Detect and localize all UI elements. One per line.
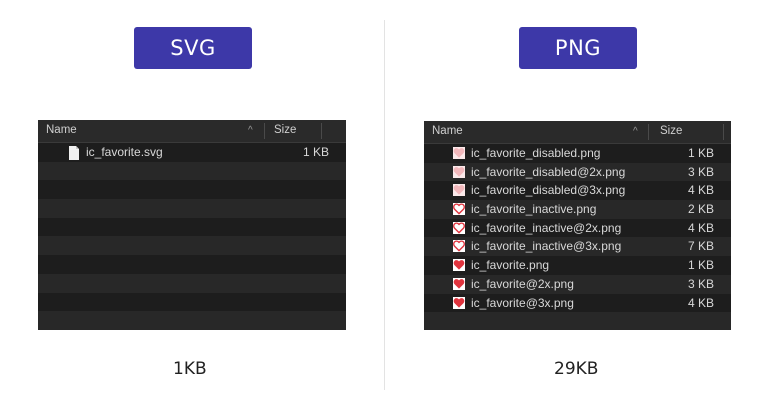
file-name: ic_favorite_disabled.png xyxy=(471,146,601,160)
list-header: Name ^ Size xyxy=(424,121,731,144)
column-separator[interactable] xyxy=(264,123,265,139)
empty-row xyxy=(38,273,346,293)
heart-outline-icon xyxy=(453,221,465,234)
empty-row xyxy=(38,293,346,312)
file-size: 4 KB xyxy=(687,220,714,235)
file-size: 7 KB xyxy=(687,239,714,254)
empty-row xyxy=(38,199,346,218)
file-name: ic_favorite.png xyxy=(471,258,550,273)
file-row[interactable]: ic_favorite_disabled@2x.png 3 KB xyxy=(424,162,731,182)
empty-row xyxy=(38,236,346,256)
file-name: ic_favorite_disabled@2x.png xyxy=(471,164,626,179)
svg-badge: SVG xyxy=(134,27,252,69)
file-row[interactable]: ic_favorite_inactive@3x.png 7 KB xyxy=(424,237,731,257)
file-size: 3 KB xyxy=(687,276,714,291)
file-name: ic_favorite_inactive@2x.png xyxy=(471,220,622,235)
file-size: 1 KB xyxy=(302,145,329,159)
file-row[interactable]: ic_favorite@2x.png 3 KB xyxy=(424,274,731,294)
file-name: ic_favorite_inactive@3x.png xyxy=(471,239,622,254)
file-row[interactable]: ic_favorite_disabled.png 1 KB xyxy=(424,144,731,163)
file-row[interactable]: ic_favorite_inactive.png 2 KB xyxy=(424,200,731,219)
file-size: 1 KB xyxy=(687,146,714,160)
file-size: 1 KB xyxy=(687,258,714,273)
file-rows: ic_favorite_disabled.png 1 KB ic_favorite_… xyxy=(424,144,731,330)
sort-caret-icon[interactable]: ^ xyxy=(248,125,253,136)
name-column-header[interactable]: Name xyxy=(46,124,77,136)
document-icon xyxy=(68,146,80,160)
list-header: Name ^ Size xyxy=(38,120,346,143)
file-size: 2 KB xyxy=(687,202,714,217)
file-size: 4 KB xyxy=(687,295,714,310)
file-name: ic_favorite@3x.png xyxy=(471,295,574,310)
file-name: ic_favorite.svg xyxy=(86,145,163,159)
column-separator[interactable] xyxy=(321,123,322,139)
heart-filled-icon xyxy=(453,296,465,309)
file-size: 4 KB xyxy=(687,183,714,198)
heart-disabled-icon xyxy=(453,147,465,159)
heart-disabled-icon xyxy=(453,184,465,197)
file-row[interactable]: ic_favorite@3x.png 4 KB xyxy=(424,294,731,313)
heart-filled-icon xyxy=(453,259,465,272)
heart-filled-icon xyxy=(453,277,465,290)
empty-row xyxy=(38,255,346,274)
file-name: ic_favorite_inactive.png xyxy=(471,202,597,217)
file-name: ic_favorite_disabled@3x.png xyxy=(471,183,626,198)
file-row[interactable]: ic_favorite.png 1 KB xyxy=(424,256,731,275)
file-rows: ic_favorite.svg 1 KB xyxy=(38,143,346,330)
empty-row xyxy=(38,180,346,199)
sort-caret-icon[interactable]: ^ xyxy=(633,126,638,137)
empty-row xyxy=(38,311,346,330)
empty-row xyxy=(38,218,346,237)
size-column-header[interactable]: Size xyxy=(660,125,682,137)
file-row[interactable]: ic_favorite_inactive@2x.png 4 KB xyxy=(424,219,731,238)
png-badge: PNG xyxy=(519,27,637,69)
center-divider xyxy=(384,20,385,390)
name-column-header[interactable]: Name xyxy=(432,125,463,137)
file-row[interactable]: ic_favorite.svg 1 KB xyxy=(38,143,346,162)
empty-row xyxy=(38,161,346,181)
column-separator[interactable] xyxy=(648,124,649,140)
file-row[interactable]: ic_favorite_disabled@3x.png 4 KB xyxy=(424,181,731,200)
svg-file-list: Name ^ Size ic_favorite.svg 1 KB xyxy=(38,120,346,330)
heart-disabled-icon xyxy=(453,165,465,178)
heart-outline-icon xyxy=(453,203,465,216)
file-name: ic_favorite@2x.png xyxy=(471,276,574,291)
size-column-header[interactable]: Size xyxy=(274,124,296,136)
file-size: 3 KB xyxy=(687,164,714,179)
png-file-list: Name ^ Size ic_favorite_disabled.png 1 KB… xyxy=(424,121,731,330)
svg-total-size: 1KB xyxy=(173,359,207,379)
heart-outline-icon xyxy=(453,240,465,253)
column-separator[interactable] xyxy=(723,124,724,140)
empty-row xyxy=(424,312,731,330)
png-total-size: 29KB xyxy=(554,359,599,379)
